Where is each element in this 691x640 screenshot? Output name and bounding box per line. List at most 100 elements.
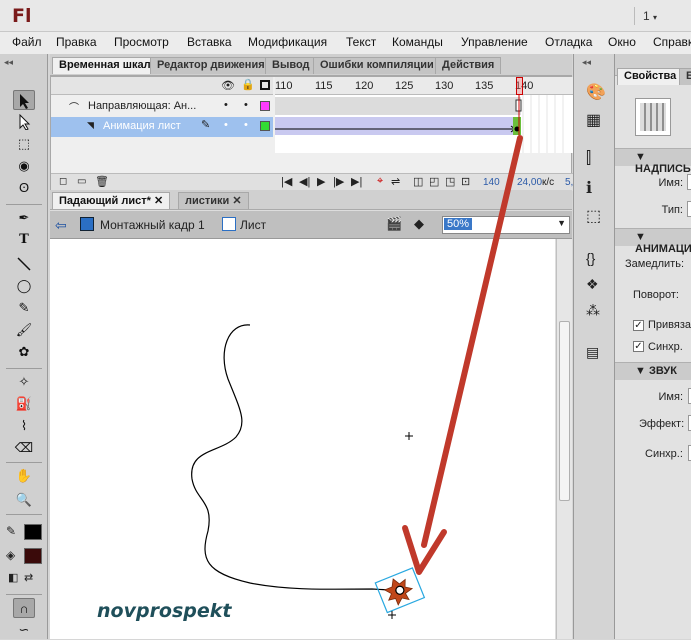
menu-file[interactable]: Файл bbox=[12, 35, 42, 49]
outline-icon[interactable] bbox=[260, 80, 270, 90]
black-white-icon[interactable]: ◧ bbox=[8, 571, 18, 584]
stage[interactable]: novprospekt bbox=[50, 239, 555, 639]
line-tool-icon[interactable] bbox=[13, 254, 35, 274]
frames-grid[interactable] bbox=[275, 95, 573, 153]
trash-icon[interactable]: 🗑 bbox=[95, 175, 109, 188]
brush-tool-icon[interactable]: 🖌 bbox=[13, 320, 35, 340]
fps-value[interactable]: 24,00 bbox=[517, 177, 542, 188]
menu-help[interactable]: Справк bbox=[653, 35, 691, 49]
lasso-tool-icon[interactable]: ʘ bbox=[13, 178, 35, 198]
menu-commands[interactable]: Команды bbox=[392, 35, 443, 49]
section-label[interactable]: ▼ НАДПИСЬ bbox=[615, 148, 691, 175]
vertical-scrollbar[interactable] bbox=[556, 239, 572, 639]
current-frame-value[interactable]: 140 bbox=[483, 177, 500, 188]
orient-to-path-checkbox[interactable]: ✓ bbox=[633, 320, 644, 331]
document-tab-leaves[interactable]: листики ✕ bbox=[178, 192, 249, 209]
menu-debug[interactable]: Отладка bbox=[545, 35, 592, 49]
selection-tool-icon[interactable] bbox=[13, 90, 35, 110]
swatches-panel-icon[interactable]: ▦ bbox=[586, 110, 601, 130]
onion-markers-icon[interactable]: ⊡ bbox=[461, 175, 470, 188]
components-panel-icon[interactable]: ❖ bbox=[586, 276, 599, 293]
paint-bucket-tool-icon[interactable]: ⛽ bbox=[13, 394, 35, 414]
menu-insert[interactable]: Вставка bbox=[187, 35, 232, 49]
tab-compiler-errors[interactable]: Ошибки компиляции bbox=[313, 57, 441, 74]
onion-skin-icon[interactable]: ◫ bbox=[413, 175, 423, 188]
label-type-select[interactable] bbox=[687, 201, 691, 217]
edit-symbols-icon[interactable]: ◆ bbox=[414, 216, 424, 232]
onion-outline-icon[interactable]: ◰ bbox=[429, 175, 439, 188]
tab-properties[interactable]: Свойства bbox=[617, 68, 684, 85]
menu-window[interactable]: Окно bbox=[608, 35, 636, 49]
layer-color-swatch[interactable] bbox=[260, 121, 270, 131]
workspace-switcher[interactable]: 1 ▾ bbox=[643, 9, 657, 23]
layer-row-guide[interactable]: ⌒ Направляющая: Ан... • • bbox=[51, 97, 273, 117]
eye-icon[interactable]: 👁 bbox=[221, 79, 235, 92]
section-animation[interactable]: ▼ АНИМАЦИЯ bbox=[615, 228, 691, 255]
layer-visible-dot[interactable]: • bbox=[224, 99, 228, 111]
info-panel-icon[interactable]: ℹ bbox=[586, 178, 592, 198]
new-folder-icon[interactable]: ▭ bbox=[77, 176, 86, 187]
deco-tool-icon[interactable]: ✿ bbox=[13, 342, 35, 362]
center-frame-icon[interactable]: ⌖ bbox=[377, 175, 383, 188]
edit-scene-icon[interactable]: 🎬 bbox=[386, 216, 402, 232]
pen-tool-icon[interactable]: ✒ bbox=[13, 208, 35, 228]
new-layer-icon[interactable]: ◻ bbox=[59, 176, 67, 187]
zoom-tool-icon[interactable]: 🔍 bbox=[13, 490, 35, 510]
free-transform-tool-icon[interactable]: ⬚ bbox=[13, 134, 35, 154]
motion-presets-icon[interactable]: ⁂ bbox=[586, 302, 600, 319]
step-back-icon[interactable]: ◀| bbox=[299, 175, 310, 188]
tab-output[interactable]: Вывод bbox=[265, 57, 317, 74]
fill-color-swatch[interactable] bbox=[24, 548, 42, 564]
frame-name-input[interactable] bbox=[687, 174, 691, 190]
tab-library[interactable]: Б bbox=[679, 68, 691, 85]
menu-modify[interactable]: Модификация bbox=[248, 35, 327, 49]
pencil-tool-icon[interactable]: ✎ bbox=[13, 298, 35, 318]
play-icon[interactable]: ▶ bbox=[317, 175, 325, 188]
close-icon[interactable]: ✕ bbox=[232, 195, 241, 207]
menu-view[interactable]: Просмотр bbox=[114, 35, 169, 49]
swap-colors-icon[interactable]: ⇄ bbox=[24, 571, 33, 584]
zoom-select[interactable]: 50% ▼ bbox=[442, 216, 570, 234]
transform-panel-icon[interactable]: ⬚ bbox=[586, 206, 601, 226]
breadcrumb-scene[interactable]: Монтажный кадр 1 bbox=[100, 218, 205, 232]
frame-ruler[interactable]: 110 115 120 125 130 135 140 bbox=[275, 77, 573, 95]
snap-to-objects-icon[interactable]: ∩ bbox=[13, 598, 35, 618]
color-panel-icon[interactable]: 🎨 bbox=[586, 82, 606, 102]
subselection-tool-icon[interactable] bbox=[13, 112, 35, 132]
menu-control[interactable]: Управление bbox=[461, 35, 528, 49]
align-panel-icon[interactable]: ⫿ bbox=[586, 150, 591, 168]
tab-motion-editor[interactable]: Редактор движения bbox=[150, 57, 272, 74]
close-icon[interactable]: ✕ bbox=[154, 195, 163, 207]
loop-icon[interactable]: ⇌ bbox=[391, 175, 400, 188]
layer-lock-dot[interactable]: • bbox=[244, 119, 248, 131]
playhead[interactable] bbox=[516, 77, 523, 95]
first-frame-icon[interactable]: |◀ bbox=[281, 175, 292, 188]
bone-tool-icon[interactable]: ✧ bbox=[13, 372, 35, 392]
tab-timeline[interactable]: Временная шкала bbox=[52, 57, 164, 74]
layer-row-animation[interactable]: ◥ Анимация лист ✎ • • bbox=[51, 117, 273, 137]
menu-edit[interactable]: Правка bbox=[56, 35, 97, 49]
panel-collapse-icon[interactable]: ◂◂ bbox=[4, 57, 13, 68]
panel-collapse-icon[interactable]: ◂◂ bbox=[582, 57, 591, 68]
layer-visible-dot[interactable]: • bbox=[224, 119, 228, 131]
back-arrow-icon[interactable]: ⇦ bbox=[55, 217, 67, 234]
tab-actions[interactable]: Действия bbox=[435, 57, 502, 74]
layer-color-swatch[interactable] bbox=[260, 101, 270, 111]
smooth-icon[interactable]: ∽ bbox=[13, 620, 35, 640]
scrollbar-thumb[interactable] bbox=[559, 321, 570, 501]
hand-tool-icon[interactable]: ✋ bbox=[13, 466, 35, 486]
code-snippets-icon[interactable]: {} bbox=[586, 250, 595, 266]
layer-lock-dot[interactable]: • bbox=[244, 99, 248, 111]
edit-multiple-icon[interactable]: ◳ bbox=[445, 175, 455, 188]
eyedropper-tool-icon[interactable]: ⌇ bbox=[13, 416, 35, 436]
library-panel-icon[interactable]: ▤ bbox=[586, 344, 599, 361]
eraser-tool-icon[interactable]: ⌫ bbox=[13, 438, 35, 458]
last-frame-icon[interactable]: ▶| bbox=[351, 175, 362, 188]
lock-icon[interactable]: 🔒 bbox=[241, 78, 255, 91]
document-tab-falling-leaf[interactable]: Падающий лист* ✕ bbox=[52, 192, 171, 209]
step-forward-icon[interactable]: |▶ bbox=[333, 175, 344, 188]
sync-checkbox[interactable]: ✓ bbox=[633, 341, 644, 352]
stroke-color-swatch[interactable] bbox=[24, 524, 42, 540]
breadcrumb-symbol[interactable]: Лист bbox=[240, 218, 266, 232]
oval-tool-icon[interactable]: ◯ bbox=[13, 276, 35, 296]
